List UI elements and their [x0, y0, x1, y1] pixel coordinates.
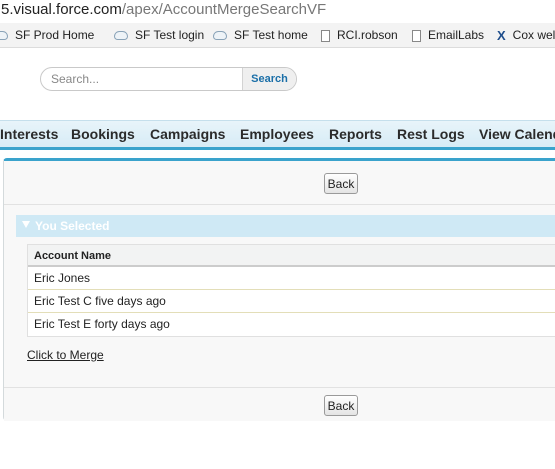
click-to-merge-link[interactable]: Click to Merge [27, 348, 104, 362]
merge-panel: Back You Selected Account Name Eric Jone… [3, 158, 555, 421]
tab-reports[interactable]: Reports [329, 121, 382, 147]
tab-campaigns[interactable]: Campaigns [150, 121, 225, 147]
section-header-you-selected[interactable]: You Selected [16, 215, 555, 237]
x-icon: X [497, 28, 506, 43]
cloud-icon [114, 31, 128, 40]
column-header-account-name: Account Name [28, 245, 555, 267]
bookmark-label: SF Test home [234, 28, 308, 42]
bookmark-label: EmailLabs [428, 28, 485, 42]
bookmarks-bar: SF Prod Home SF Test login SF Test home … [0, 23, 555, 48]
tab-interests[interactable]: Interests [0, 121, 58, 147]
collapse-triangle-icon[interactable] [22, 221, 30, 228]
bookmark-sf-test-login[interactable]: SF Test login [114, 23, 205, 47]
bookmark-label: SF Prod Home [15, 28, 95, 42]
table-row: Eric Jones [28, 267, 555, 290]
bookmark-label: RCI.robson [337, 28, 398, 42]
search-box: Search [40, 67, 297, 91]
url-host: 5.visual.force.com [1, 1, 122, 18]
table-row: Eric Test E forty days ago [34, 317, 170, 331]
bookmark-rci-robson[interactable]: RCI.robson [321, 23, 398, 47]
bookmark-emaillabs[interactable]: EmailLabs [412, 23, 485, 47]
tab-bookings[interactable]: Bookings [71, 121, 135, 147]
cloud-icon [213, 31, 227, 40]
selected-accounts-table: Account Name Eric Jones Eric Test C five… [27, 244, 555, 337]
search-input[interactable] [41, 68, 243, 90]
top-button-row: Back [4, 161, 555, 205]
address-bar[interactable]: 5.visual.force.com/apex/AccountMergeSear… [0, 0, 555, 22]
tab-rest-logs[interactable]: Rest Logs [397, 121, 465, 147]
bookmark-cox[interactable]: X Cox wel [497, 23, 555, 47]
page-icon [412, 29, 421, 42]
tab-employees[interactable]: Employees [240, 121, 314, 147]
bookmark-label: Cox wel [512, 28, 555, 42]
tab-view-calendar[interactable]: View Calend [479, 121, 555, 147]
table-row: Eric Test C five days ago [28, 290, 555, 313]
url-path: /apex/AccountMergeSearchVF [121, 1, 327, 18]
bookmark-sf-test-home[interactable]: SF Test home [213, 23, 308, 47]
bookmark-label: SF Test login [135, 28, 205, 42]
page-icon [321, 29, 330, 42]
back-button-bottom[interactable]: Back [324, 395, 358, 416]
back-button-top[interactable]: Back [324, 173, 358, 194]
bookmark-sf-prod-home[interactable]: SF Prod Home [0, 23, 95, 47]
search-button[interactable]: Search [242, 68, 296, 90]
cloud-icon [0, 31, 8, 40]
header-search-area: Search [0, 49, 555, 120]
bottom-button-row: Back [4, 387, 555, 421]
tab-bar: Interests Bookings Campaigns Employees R… [0, 120, 555, 150]
section-title: You Selected [35, 219, 110, 233]
